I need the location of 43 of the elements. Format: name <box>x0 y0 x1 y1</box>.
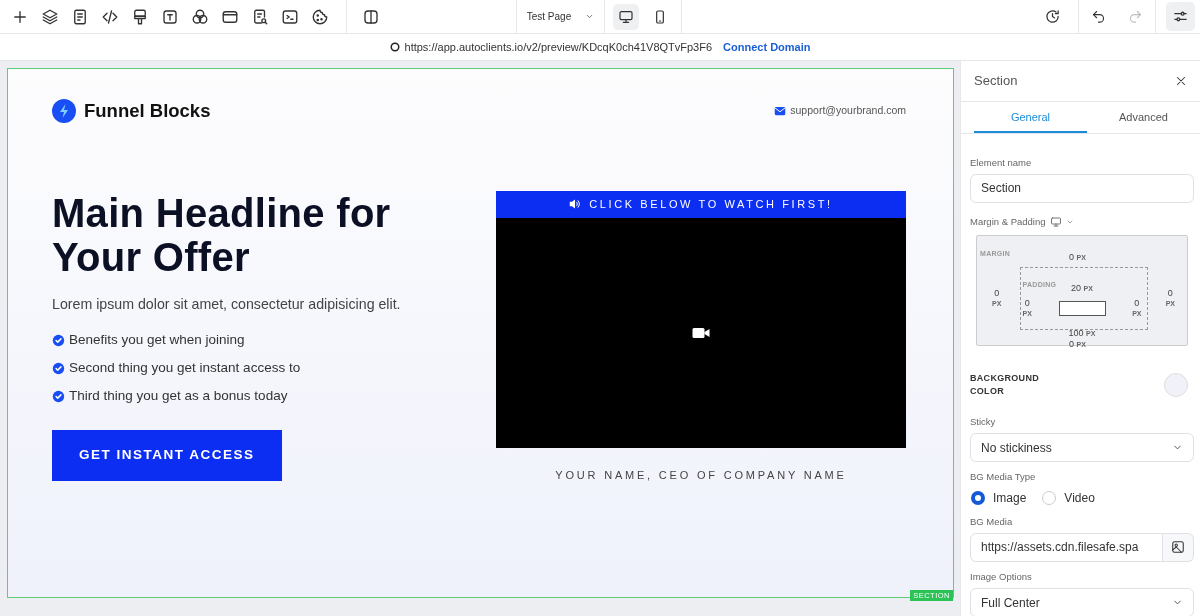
url-field[interactable]: https://assets.cdn.filesafe.spa <box>970 532 1163 562</box>
email-text: support@yourbrand.com <box>790 103 906 118</box>
benefit-item: Second thing you get instant access to <box>69 358 301 377</box>
settings-icon[interactable] <box>1166 2 1195 31</box>
cta-button[interactable]: GET INSTANT ACCESS <box>52 430 282 482</box>
select-field[interactable]: Full Center <box>970 588 1194 616</box>
envelope-icon <box>774 104 787 117</box>
field-label: BG Media <box>970 514 1014 529</box>
image-icon[interactable] <box>1163 532 1194 562</box>
panel-tab[interactable]: General <box>974 102 1087 133</box>
connect-domain-link[interactable]: Connect Domain <box>723 38 811 56</box>
url-text: https://app.autoclients.io/v2/preview/KDcqK0ch41V8QTvFp3F6 <box>404 39 713 55</box>
radio-button[interactable] <box>971 490 985 505</box>
field-label: BACKGROUND COLOR <box>970 372 1040 398</box>
panel-tab[interactable]: Advanced <box>1087 102 1200 133</box>
brand-name: Funnel Blocks <box>84 99 211 123</box>
logo-icon <box>52 98 76 123</box>
video-banner: CLICK BELOW TO WATCH FIRST! <box>496 190 906 218</box>
field-label: Margin & Padding <box>970 214 1046 229</box>
desktop-icon[interactable] <box>613 3 639 30</box>
radio-label[interactable]: Image <box>993 488 1027 507</box>
panel-title: Section <box>974 72 1018 91</box>
text-field[interactable]: Section <box>970 173 1194 203</box>
caption-text: YOUR NAME, CEO OF COMPANY NAME <box>554 467 848 483</box>
field-label: Image Options <box>970 569 1033 584</box>
headline: Main Headline for Your Offer <box>52 190 392 279</box>
field-label: Sticky <box>970 415 997 429</box>
subheadline: Lorem ipsum dolor sit amet, consectetur adipisicing elit. <box>52 294 402 314</box>
content-box <box>1058 301 1106 316</box>
benefit-item: Third thing you get as a bonus today <box>69 386 288 405</box>
check-circle-icon <box>52 389 65 403</box>
check-circle-icon <box>52 333 65 347</box>
page-select[interactable]: Test Page <box>517 6 604 27</box>
color-swatch[interactable] <box>1164 373 1188 397</box>
speaker-icon <box>569 198 582 211</box>
benefit-item: Benefits you get when joining <box>69 330 245 349</box>
select-field[interactable]: No stickiness <box>970 433 1194 463</box>
chevron-icon[interactable] <box>585 12 595 21</box>
check-circle-icon <box>52 361 65 375</box>
radio-label[interactable]: Video <box>1064 488 1095 507</box>
field-label: BG Media Type <box>970 470 1037 485</box>
globe-icon <box>389 42 400 52</box>
field-label: Element name <box>970 155 1033 170</box>
